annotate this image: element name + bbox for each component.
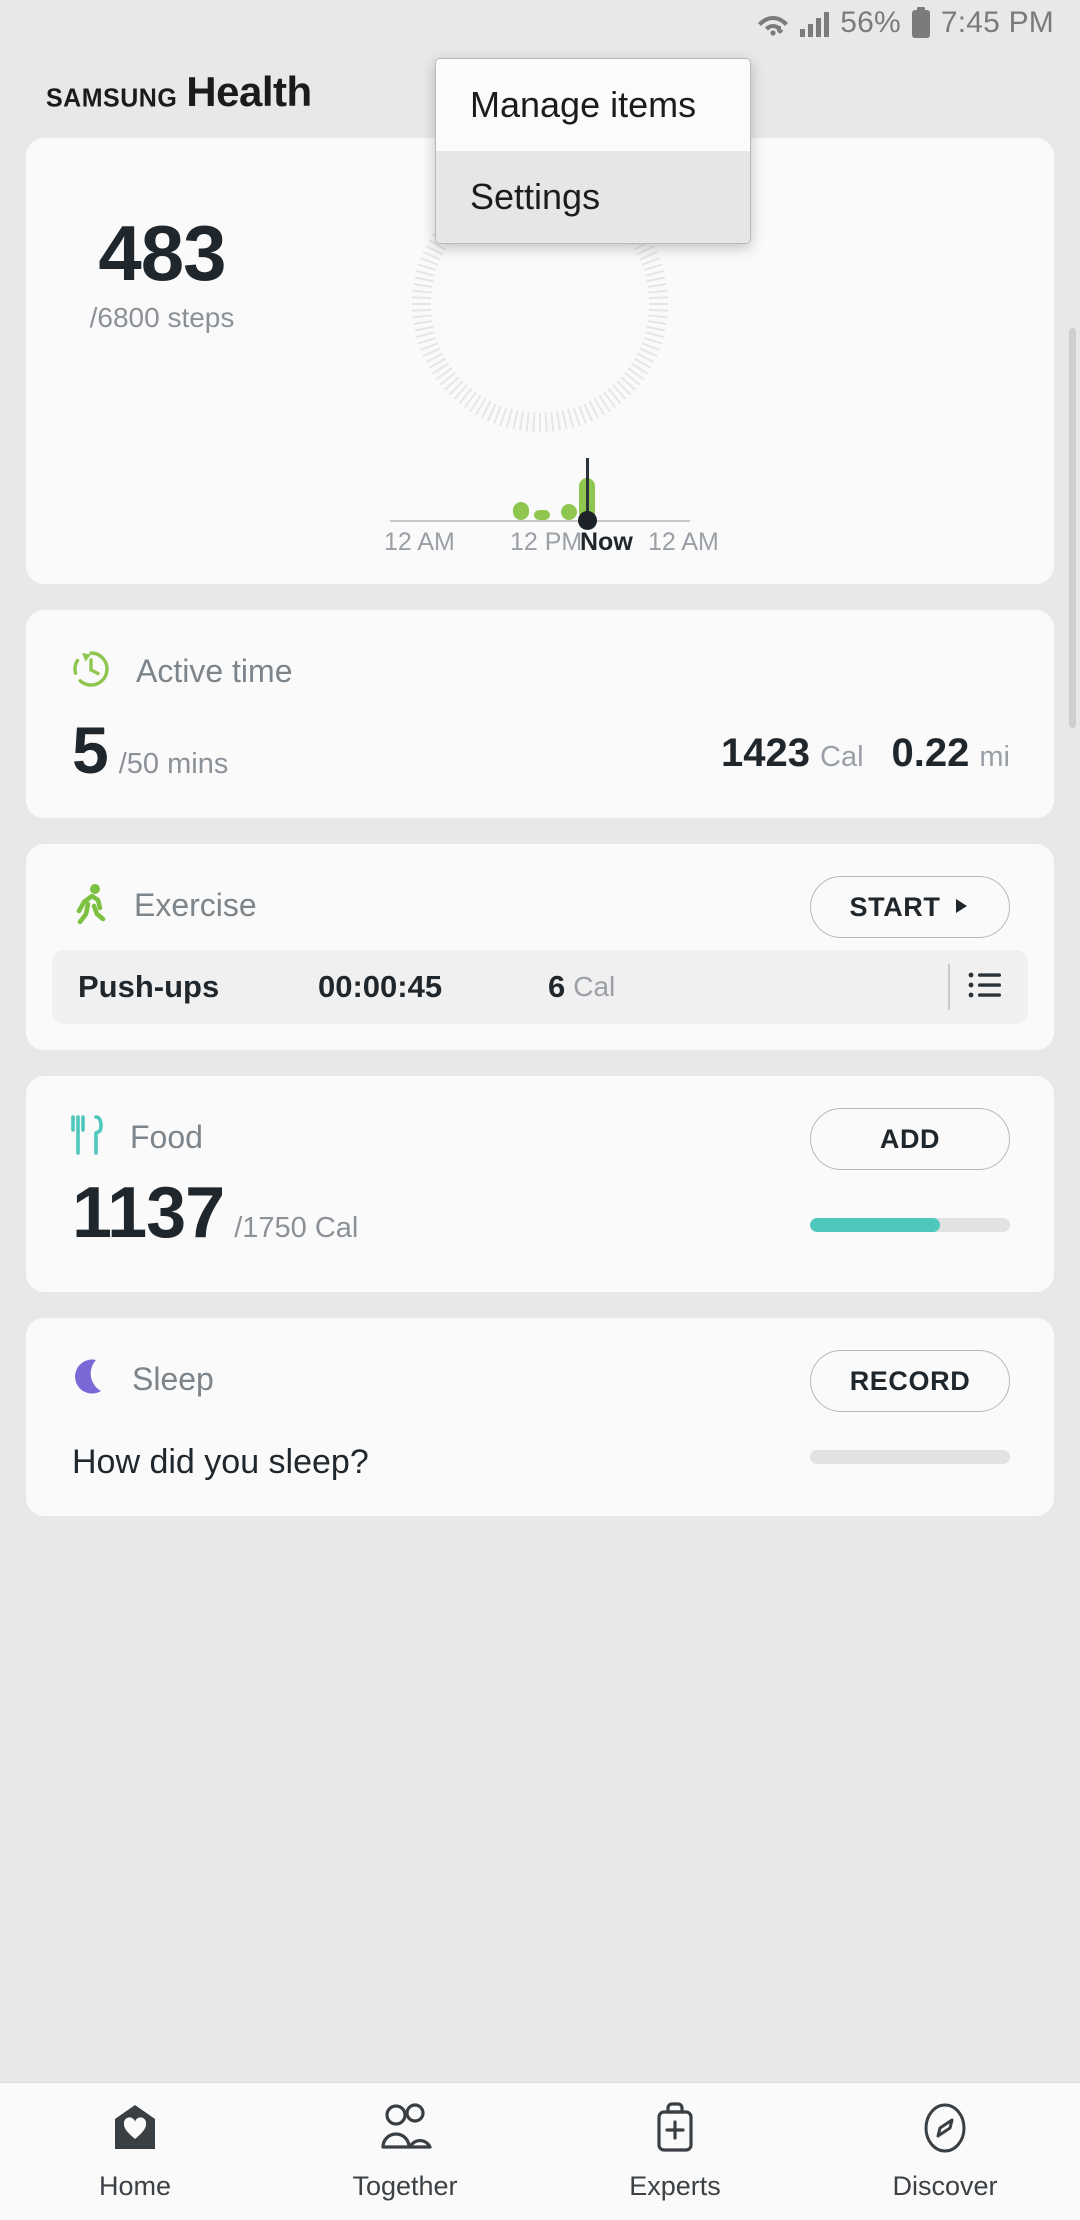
sleep-title: Sleep bbox=[132, 1361, 214, 1397]
steps-goal-label: /6800 steps bbox=[89, 302, 235, 333]
menu-item-settings[interactable]: Settings bbox=[436, 151, 750, 243]
fork-knife-icon bbox=[70, 1114, 106, 1161]
exercise-start-label: START bbox=[849, 891, 941, 922]
distance-value: 0.22 bbox=[891, 731, 970, 775]
wifi-icon bbox=[756, 8, 790, 38]
sleep-record-label: RECORD bbox=[849, 1365, 971, 1396]
exercise-entry-calories: 6 bbox=[548, 969, 566, 1004]
exercise-start-button[interactable]: START bbox=[810, 876, 1010, 938]
clock-label: 7:45 PM bbox=[940, 6, 1054, 39]
chart-bar bbox=[513, 502, 529, 520]
nav-item-together[interactable]: Together bbox=[270, 2102, 540, 2202]
sleep-progress-bar bbox=[810, 1450, 1010, 1464]
food-add-label: ADD bbox=[879, 1123, 941, 1154]
food-progress-fill bbox=[810, 1218, 940, 1232]
distance-unit: mi bbox=[979, 741, 1010, 773]
brand-label: SAMSUNG bbox=[46, 83, 178, 113]
home-heart-icon bbox=[110, 2102, 160, 2159]
compass-icon bbox=[919, 2102, 971, 2159]
menu-item-label: Settings bbox=[470, 176, 601, 217]
overflow-menu[interactable]: Manage items Settings bbox=[435, 58, 751, 244]
food-calories-value: 1137 bbox=[72, 1173, 225, 1253]
exercise-title: Exercise bbox=[134, 887, 257, 923]
samsung-health-logo: SAMSUNG Health bbox=[46, 68, 312, 116]
status-bar: 56% 7:45 PM bbox=[0, 0, 1080, 46]
food-add-button[interactable]: ADD bbox=[810, 1108, 1010, 1170]
chart-axis-label: 12 PM bbox=[510, 528, 583, 556]
nav-label-experts: Experts bbox=[629, 2170, 721, 2201]
steps-ring-center: 483 /6800 steps bbox=[26, 138, 298, 410]
steps-value: 483 bbox=[98, 209, 226, 297]
exercise-entry-name: Push-ups bbox=[78, 969, 220, 1004]
moon-icon bbox=[70, 1356, 108, 1403]
page-title: Health bbox=[186, 68, 312, 115]
list-icon[interactable] bbox=[968, 971, 1002, 1004]
active-time-secondary-metrics: 1423 Cal 0.22 mi bbox=[721, 731, 1010, 776]
people-icon bbox=[377, 2102, 433, 2159]
nav-item-experts[interactable]: Experts bbox=[540, 2101, 810, 2202]
sleep-record-button[interactable]: RECORD bbox=[810, 1350, 1010, 1412]
food-card[interactable]: Food ADD 1137 /1750 Cal bbox=[26, 1076, 1054, 1292]
now-marker-dot bbox=[578, 511, 597, 530]
chart-axis-labels: 12 AM 12 PM Now 12 AM bbox=[380, 528, 719, 562]
exercise-card[interactable]: Exercise START Push-ups 00:00:45 6 Cal bbox=[26, 844, 1054, 1050]
active-time-card[interactable]: Active time 5 /50 mins 1423 Cal 0.22 mi bbox=[26, 610, 1054, 818]
medical-bag-icon bbox=[651, 2101, 699, 2159]
scrollbar[interactable] bbox=[1069, 328, 1076, 728]
sleep-card[interactable]: Sleep RECORD How did you sleep? bbox=[26, 1318, 1054, 1516]
active-time-header: Active time bbox=[26, 610, 1054, 695]
chart-axis-label: 12 AM bbox=[648, 528, 719, 556]
chart-bars bbox=[390, 458, 690, 520]
chart-axis-label: Now bbox=[580, 528, 633, 556]
active-time-title: Active time bbox=[136, 653, 293, 689]
divider bbox=[948, 964, 950, 1010]
play-triangle-icon bbox=[951, 892, 971, 923]
nav-label-together: Together bbox=[352, 2170, 458, 2201]
sleep-question: How did you sleep? bbox=[72, 1443, 369, 1481]
steps-hourly-chart: 12 AM 12 PM Now 12 AM bbox=[26, 458, 1054, 568]
exercise-entry-calories-unit: Cal bbox=[573, 971, 616, 1002]
nav-item-discover[interactable]: Discover bbox=[810, 2102, 1080, 2202]
menu-item-manage-items[interactable]: Manage items bbox=[436, 59, 750, 151]
battery-icon bbox=[910, 7, 932, 39]
chart-axis-label: 12 AM bbox=[384, 528, 455, 556]
menu-item-label: Manage items bbox=[470, 84, 697, 125]
main-scroll-area: 483 /6800 steps 12 AM 12 PM Now 12 AM Activ… bbox=[0, 138, 1080, 2128]
food-values: 1137 /1750 Cal bbox=[26, 1161, 1054, 1249]
cellular-signal-icon bbox=[799, 8, 831, 38]
active-time-unit: /50 mins bbox=[118, 748, 229, 780]
food-progress-bar bbox=[810, 1218, 1010, 1232]
nav-item-home[interactable]: Home bbox=[0, 2102, 270, 2202]
chart-bar bbox=[534, 510, 550, 520]
exercise-entry-row[interactable]: Push-ups 00:00:45 6 Cal bbox=[52, 950, 1028, 1024]
active-time-clock-icon bbox=[70, 648, 112, 695]
nav-label-discover: Discover bbox=[892, 2170, 998, 2201]
exercise-entry-actions[interactable] bbox=[948, 964, 1002, 1010]
battery-percent-label: 56% bbox=[840, 6, 901, 39]
chart-axis-line bbox=[390, 520, 690, 522]
exercise-entry-duration: 00:00:45 bbox=[318, 969, 443, 1004]
nav-label-home: Home bbox=[98, 2170, 172, 2201]
calories-value: 1423 bbox=[721, 731, 811, 775]
chart-bar bbox=[561, 504, 577, 520]
food-title: Food bbox=[130, 1119, 203, 1155]
food-goal-label: /1750 Cal bbox=[234, 1212, 359, 1244]
bottom-navigation: Home Together Experts Discover bbox=[0, 2082, 1080, 2220]
running-person-icon bbox=[70, 882, 110, 929]
active-time-value: 5 bbox=[72, 713, 109, 787]
calories-unit: Cal bbox=[820, 741, 864, 773]
